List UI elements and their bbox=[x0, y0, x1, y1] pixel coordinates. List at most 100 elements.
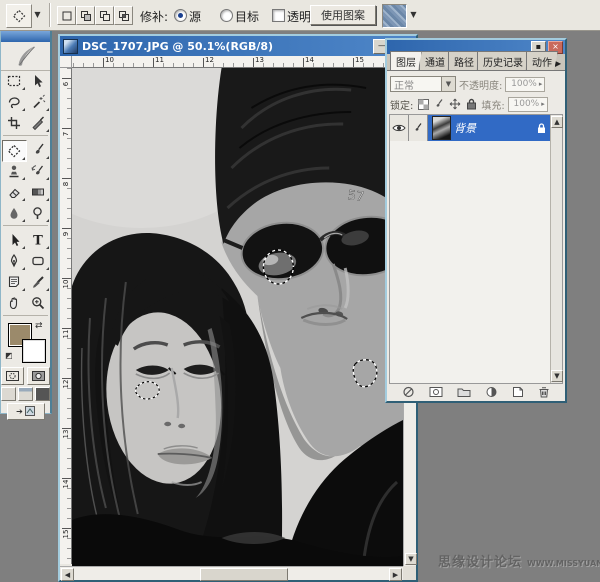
scroll-down-icon[interactable]: ▼ bbox=[405, 553, 417, 565]
lasso-tool[interactable] bbox=[2, 92, 26, 112]
clone-stamp-tool[interactable] bbox=[2, 161, 26, 181]
fill-input[interactable]: 100% ▸ bbox=[508, 97, 548, 112]
subtract-from-selection-button[interactable] bbox=[95, 6, 114, 25]
history-brush-tool[interactable] bbox=[27, 161, 51, 181]
brush-tool[interactable] bbox=[28, 140, 51, 160]
new-layer-icon[interactable] bbox=[512, 386, 524, 398]
screen-mode-standard-button[interactable] bbox=[1, 387, 16, 401]
layer-mask-icon[interactable] bbox=[429, 386, 443, 398]
panel-menu-icon[interactable]: ▶ bbox=[555, 59, 565, 70]
chevron-down-icon: ▼ bbox=[441, 77, 455, 91]
patch-target-radio[interactable] bbox=[220, 9, 233, 22]
move-tool[interactable] bbox=[27, 71, 51, 91]
fill-value: 100% bbox=[514, 99, 540, 109]
layer-name: 背景 bbox=[454, 120, 537, 136]
slice-tool[interactable] bbox=[27, 113, 51, 133]
scroll-right-icon[interactable]: ▶ bbox=[389, 568, 402, 581]
layer-thumbnail[interactable] bbox=[432, 116, 451, 140]
tab-history[interactable]: 历史记录 bbox=[477, 51, 529, 70]
background-color-swatch[interactable] bbox=[22, 339, 46, 363]
shape-tool[interactable] bbox=[27, 251, 51, 271]
spinner-icon[interactable]: ▸ bbox=[541, 100, 545, 108]
tab-paths[interactable]: 路径 bbox=[448, 51, 480, 70]
intersect-selection-button[interactable] bbox=[114, 6, 133, 25]
scroll-up-icon[interactable]: ▲ bbox=[551, 116, 563, 128]
lock-image-icon[interactable] bbox=[432, 97, 446, 111]
scroll-down-icon[interactable]: ▼ bbox=[551, 370, 563, 382]
image-canvas[interactable]: 57 bbox=[72, 68, 403, 566]
layers-panel-footer bbox=[389, 383, 563, 399]
quick-mask-mode-button[interactable] bbox=[27, 367, 50, 385]
eyedropper-tool[interactable] bbox=[27, 272, 51, 292]
watermark-site-url: WWW.MISSYUAN.COM bbox=[527, 559, 600, 568]
patch-source-radio[interactable] bbox=[174, 9, 187, 22]
path-selection-tool[interactable] bbox=[2, 230, 26, 250]
tab-actions[interactable]: 动作 bbox=[526, 51, 558, 70]
ruler-label: 14 bbox=[62, 478, 70, 490]
horizontal-ruler[interactable]: 10 11 12 13 14 15 bbox=[72, 56, 403, 68]
patch-tool[interactable] bbox=[2, 140, 27, 162]
lock-label: 锁定: bbox=[390, 97, 413, 112]
gradient-tool[interactable] bbox=[27, 182, 51, 202]
crop-tool[interactable] bbox=[2, 113, 26, 133]
eraser-tool[interactable] bbox=[2, 182, 26, 202]
use-pattern-button[interactable]: 使用图案 bbox=[310, 5, 376, 25]
pattern-swatch[interactable] bbox=[382, 4, 407, 28]
vertical-ruler[interactable]: 6 7 8 9 10 11 12 13 14 15 bbox=[60, 68, 72, 564]
add-selection-icon bbox=[80, 10, 92, 22]
standard-mode-button[interactable] bbox=[1, 367, 24, 385]
lock-transparency-icon[interactable] bbox=[416, 97, 430, 111]
document-titlebar[interactable]: DSC_1707.JPG @ 50.1%(RGB/8) — □ bbox=[60, 36, 416, 56]
opacity-value: 100% bbox=[511, 79, 537, 89]
pattern-picker-caret[interactable]: ▼ bbox=[407, 4, 420, 26]
hand-tool[interactable] bbox=[2, 293, 26, 313]
blend-mode-select[interactable]: 正常 ▼ bbox=[390, 76, 456, 92]
document-window: DSC_1707.JPG @ 50.1%(RGB/8) — □ 10 11 12… bbox=[58, 34, 418, 582]
adjustment-layer-icon[interactable] bbox=[485, 386, 498, 398]
scroll-left-icon[interactable]: ◀ bbox=[61, 568, 74, 581]
add-to-selection-button[interactable] bbox=[76, 6, 95, 25]
scrollbar-thumb[interactable] bbox=[200, 568, 288, 581]
screen-mode-full-button[interactable] bbox=[35, 387, 50, 401]
ruler-label: 7 bbox=[62, 128, 70, 140]
ruler-label: 13 bbox=[62, 428, 70, 440]
tab-channels[interactable]: 通道 bbox=[419, 51, 451, 70]
type-tool[interactable]: T bbox=[27, 230, 51, 250]
horizontal-scrollbar[interactable]: ◀ ▶ bbox=[60, 566, 403, 580]
dodge-tool[interactable] bbox=[27, 203, 51, 223]
layer-edit-indicator-cell[interactable] bbox=[409, 115, 428, 141]
default-colors-icon[interactable]: ◩ bbox=[5, 351, 13, 360]
screen-mode-full-with-menu-button[interactable] bbox=[18, 387, 33, 401]
toolbox-separator bbox=[3, 225, 48, 229]
spinner-icon[interactable]: ▸ bbox=[539, 80, 543, 88]
tool-preset-caret[interactable]: ▼ bbox=[31, 4, 44, 26]
edit-in-imageready-button[interactable]: ➔ bbox=[7, 403, 45, 420]
chevron-down-icon: ▼ bbox=[410, 11, 416, 19]
new-selection-button[interactable] bbox=[57, 6, 76, 25]
new-group-icon[interactable] bbox=[457, 386, 471, 398]
transparent-checkbox[interactable] bbox=[272, 9, 285, 22]
layer-style-icon[interactable] bbox=[402, 386, 415, 398]
panel-tabs: 图层 通道 路径 历史记录 动作 ▶ bbox=[387, 54, 565, 71]
layer-visibility-cell[interactable] bbox=[390, 115, 409, 141]
tab-layers[interactable]: 图层 bbox=[390, 51, 422, 70]
lock-position-icon[interactable] bbox=[448, 97, 462, 111]
notes-tool[interactable] bbox=[2, 272, 26, 292]
layer-list-scrollbar[interactable]: ▲ ▼ bbox=[550, 115, 562, 383]
opacity-input[interactable]: 100% ▸ bbox=[505, 77, 545, 92]
delete-layer-icon[interactable] bbox=[538, 386, 550, 398]
ruler-label: 8 bbox=[62, 178, 70, 190]
zoom-tool[interactable] bbox=[27, 293, 51, 313]
ruler-label: 11 bbox=[62, 328, 70, 340]
toolbox-titlebar[interactable] bbox=[1, 31, 50, 42]
tool-options-bar: ▼ 修补: 源 目标 透明 使用图案 ▼ bbox=[0, 0, 600, 31]
layer-row-background[interactable]: 背景 bbox=[390, 115, 550, 141]
swap-colors-icon[interactable]: ⇄ bbox=[35, 321, 43, 331]
pen-tool[interactable] bbox=[2, 251, 26, 271]
intersect-selection-icon bbox=[118, 10, 130, 22]
magic-wand-tool[interactable] bbox=[27, 92, 51, 112]
tool-preset-picker[interactable] bbox=[6, 4, 32, 28]
blur-tool[interactable] bbox=[2, 203, 26, 223]
lock-all-icon[interactable] bbox=[464, 97, 478, 111]
rectangular-marquee-tool[interactable] bbox=[2, 71, 26, 91]
